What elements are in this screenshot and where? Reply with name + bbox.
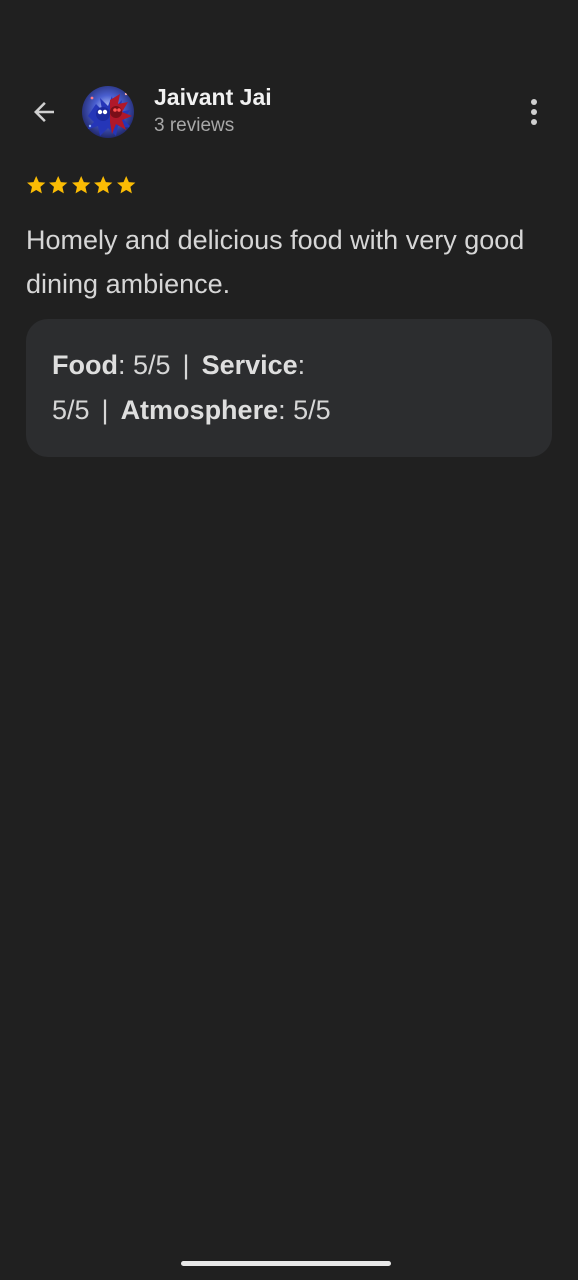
aspect-ratings-line-2: 5/5 | Atmosphere: 5/5: [52, 395, 331, 425]
review-text: Homely and delicious food with very good…: [26, 225, 525, 299]
food-rating-value: 5/5: [133, 350, 171, 380]
review-header: Jaivant Jai 3 reviews: [0, 80, 578, 144]
reviewer-name[interactable]: Jaivant Jai: [154, 84, 272, 111]
star-icon: [71, 176, 91, 194]
back-button[interactable]: [24, 92, 64, 132]
avatar-image: [82, 86, 134, 138]
star-rating: [25, 174, 137, 198]
food-rating-label: Food: [52, 350, 118, 380]
atmosphere-rating-label: Atmosphere: [120, 395, 279, 425]
arrow-left-icon: [34, 102, 54, 122]
more-options-button[interactable]: [514, 92, 554, 132]
star-icon: [116, 176, 135, 194]
rating-separator: |: [182, 350, 190, 380]
avatar[interactable]: [82, 86, 134, 138]
aspect-ratings-line-1: Food: 5/5 | Service:: [52, 350, 306, 380]
reviewer-review-count: 3 reviews: [154, 115, 235, 136]
star-icon: [94, 176, 113, 194]
service-rating-label: Service: [201, 350, 298, 380]
home-indicator[interactable]: [181, 1261, 391, 1266]
service-rating-value: 5/5: [52, 395, 90, 425]
aspect-ratings-card: Food: 5/5 | Service: 5/5 | Atmosphere: 5/5: [26, 319, 552, 457]
star-icon: [49, 176, 68, 194]
atmosphere-rating-value: 5/5: [293, 395, 331, 425]
more-vertical-icon: [531, 99, 537, 125]
star-icon: [27, 176, 46, 194]
rating-separator: |: [101, 395, 109, 425]
